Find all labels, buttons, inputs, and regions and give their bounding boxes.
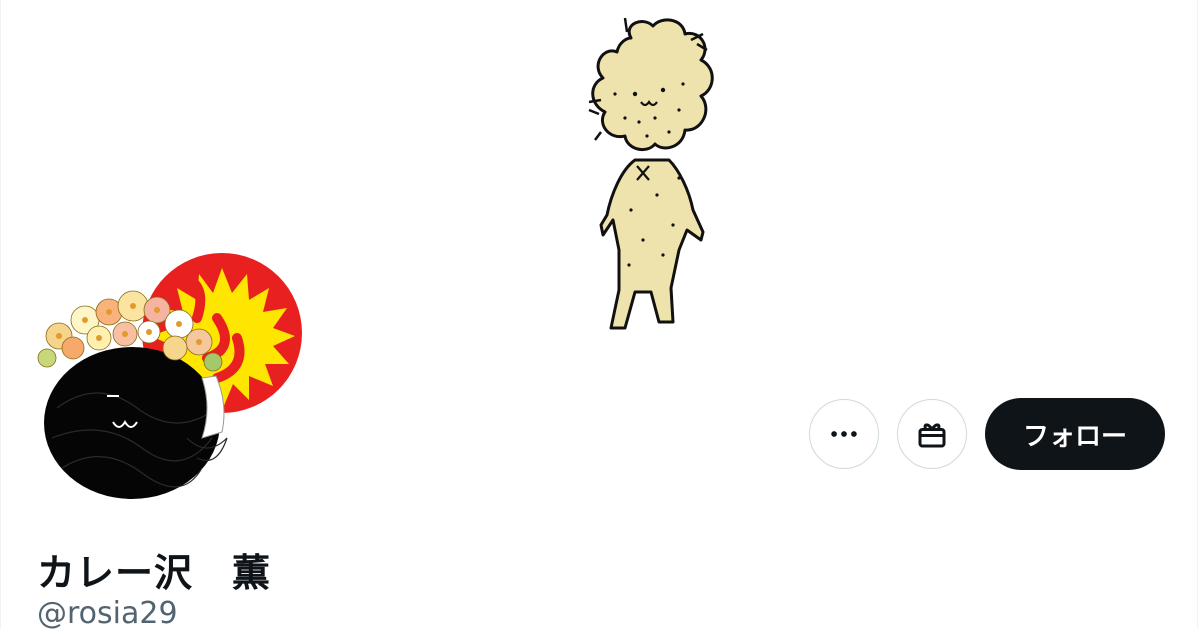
gift-icon — [918, 423, 946, 448]
display-name: カレー沢 薫 — [37, 551, 272, 595]
more-button[interactable] — [809, 399, 879, 469]
username: @rosia29 — [37, 596, 178, 631]
gift-button[interactable] — [897, 399, 967, 469]
banner-illustration — [588, 17, 714, 330]
profile-actions: フォロー — [809, 398, 1165, 470]
profile-page: フォロー カレー沢 薫 @rosia29 — [0, 0, 1198, 631]
more-horizontal-icon — [831, 431, 857, 437]
follow-button[interactable]: フォロー — [985, 398, 1165, 470]
avatar[interactable] — [37, 238, 313, 506]
